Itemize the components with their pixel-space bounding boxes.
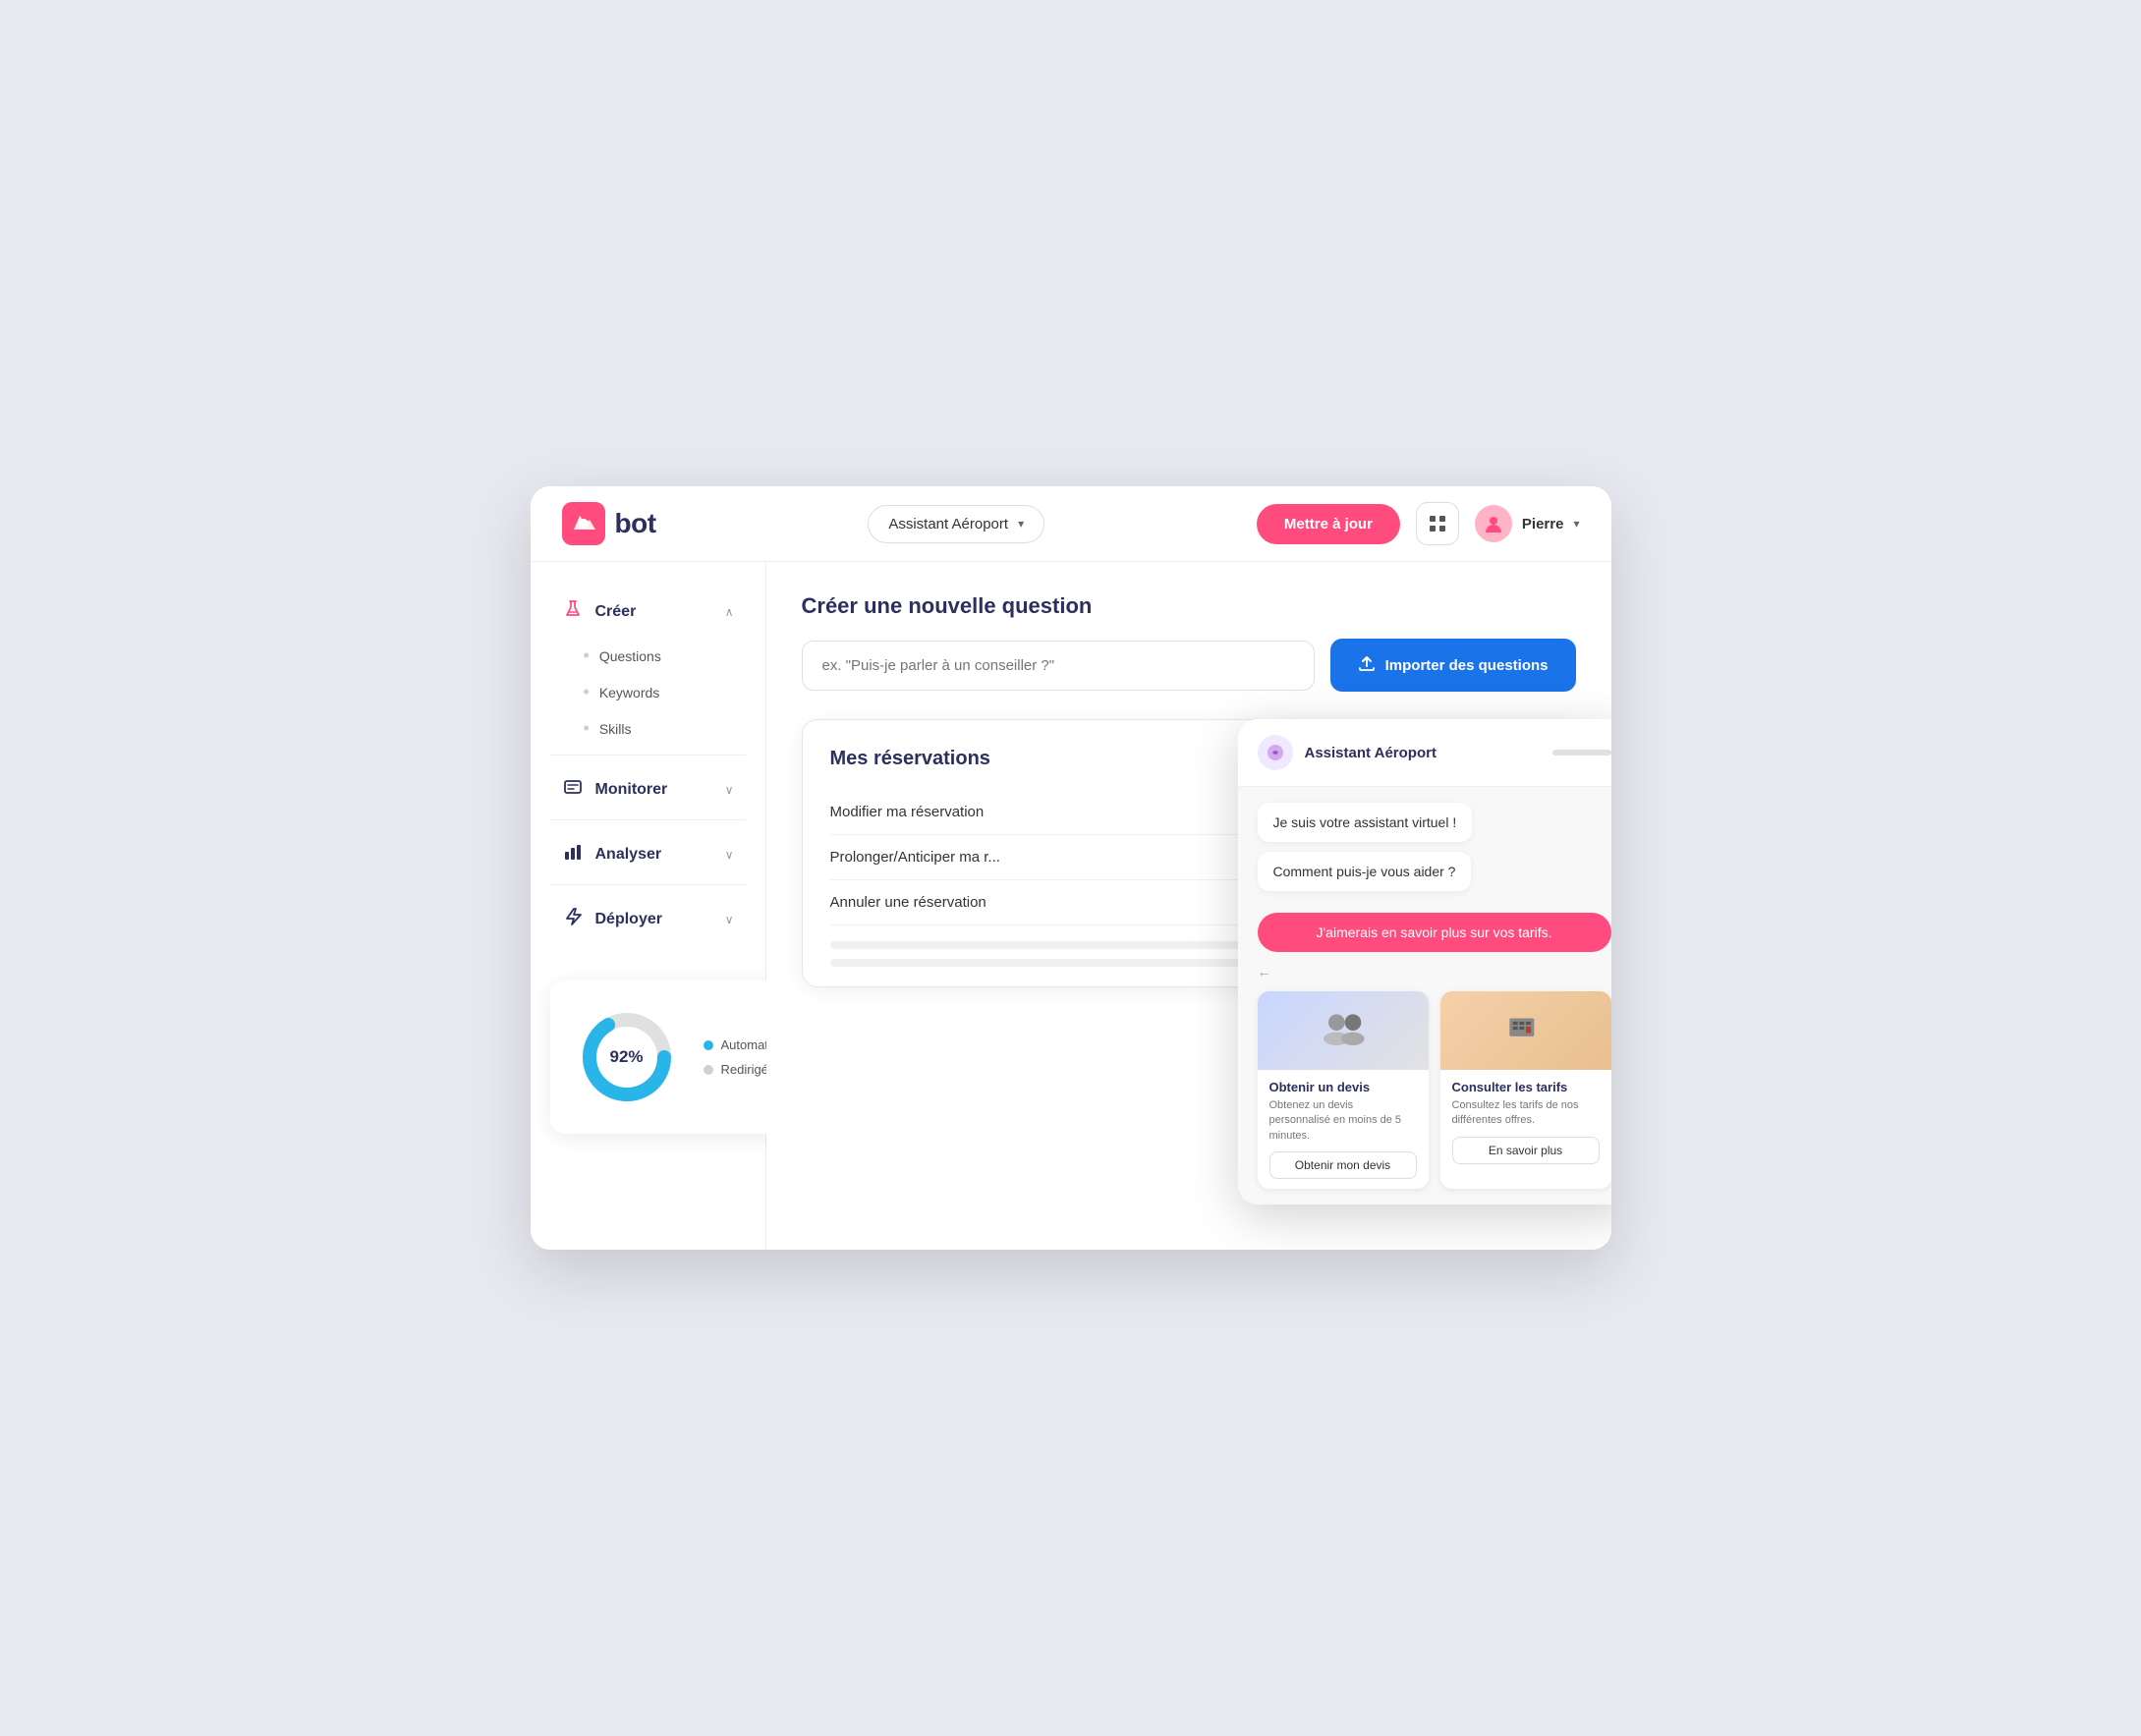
sidebar-sub-items-creer: Questions Keywords Skills: [550, 638, 746, 747]
grid-icon-button[interactable]: [1416, 502, 1459, 545]
chat-card-body-tarifs: Consulter les tarifs Consultez les tarif…: [1440, 1070, 1611, 1174]
chat-arrow-icon[interactable]: ←: [1258, 964, 1271, 980]
sidebar-item-deployer[interactable]: Déployer ∨: [550, 897, 746, 941]
questions-label: Questions: [599, 648, 661, 664]
redirected-dot: [704, 1065, 713, 1075]
sidebar-deployer-label: Déployer: [595, 911, 662, 928]
user-menu[interactable]: Pierre ▾: [1475, 505, 1580, 542]
chat-card-title-devis: Obtenir un devis: [1269, 1080, 1417, 1094]
sidebar-item-creer[interactable]: Créer ∧: [550, 589, 746, 634]
chat-card-tarifs: Consulter les tarifs Consultez les tarif…: [1440, 991, 1611, 1189]
chevron-down-icon: ▾: [1018, 517, 1024, 531]
chat-icon: [562, 777, 584, 802]
header: bot Assistant Aéroport ▾ Mettre à jour: [531, 486, 1611, 562]
sidebar-item-questions[interactable]: Questions: [584, 638, 746, 674]
header-right: Mettre à jour Pierre ▾: [1257, 502, 1580, 545]
sidebar-item-analyser[interactable]: Analyser ∨: [550, 832, 746, 876]
donut-chart: 92%: [578, 1008, 676, 1106]
chart-icon: [562, 842, 584, 867]
donut-percentage: 92%: [609, 1047, 643, 1067]
chat-card-devis: Obtenir un devis Obtenez un devis person…: [1258, 991, 1429, 1189]
chat-card-btn-devis[interactable]: Obtenir mon devis: [1269, 1151, 1417, 1179]
keywords-label: Keywords: [599, 685, 659, 700]
upload-icon: [1358, 654, 1376, 676]
sidebar-item-skills[interactable]: Skills: [584, 710, 746, 747]
chat-card-body-devis: Obtenir un devis Obtenez un devis person…: [1258, 1070, 1429, 1189]
user-chevron-icon: ▾: [1573, 517, 1579, 531]
logo-area: bot: [562, 502, 656, 545]
chat-header-decoration: [1552, 750, 1611, 756]
logo-icon: [562, 502, 605, 545]
chat-card-btn-tarifs[interactable]: En savoir plus: [1452, 1137, 1600, 1164]
chat-card-desc-devis: Obtenez un devis personnalisé en moins d…: [1269, 1098, 1417, 1144]
sidebar-creer-label: Créer: [595, 603, 637, 621]
chat-card-img-tarifs: [1440, 991, 1611, 1070]
chat-bot-name: Assistant Aéroport: [1305, 745, 1541, 761]
chat-message-1: Je suis votre assistant virtuel !: [1258, 803, 1473, 842]
chat-cards-nav: ←: [1258, 964, 1611, 980]
chevron-down-icon-analyser: ∨: [725, 848, 734, 862]
assistant-selector[interactable]: Assistant Aéroport ▾: [868, 505, 1044, 543]
logo-text: bot: [615, 508, 656, 539]
sidebar-item-monitorer[interactable]: Monitorer ∨: [550, 767, 746, 812]
assistant-name: Assistant Aéroport: [888, 516, 1008, 532]
chat-header: Assistant Aéroport: [1238, 719, 1611, 787]
bolt-icon: [562, 907, 584, 931]
update-button[interactable]: Mettre à jour: [1257, 504, 1400, 544]
chat-user-message: J'aimerais en savoir plus sur vos tarifs…: [1258, 913, 1611, 952]
main-content: Créer une nouvelle question Importer des…: [766, 562, 1611, 1250]
user-avatar: [1475, 505, 1512, 542]
flask-icon: [562, 599, 584, 624]
chat-avatar: [1258, 735, 1293, 770]
chat-card-title-tarifs: Consulter les tarifs: [1452, 1080, 1600, 1094]
chat-card-img-devis: [1258, 991, 1429, 1070]
import-button[interactable]: Importer des questions: [1330, 639, 1576, 692]
question-input[interactable]: [802, 641, 1315, 691]
skills-label: Skills: [599, 721, 632, 737]
sidebar-divider-3: [550, 884, 746, 885]
sidebar-analyser-label: Analyser: [595, 846, 662, 864]
app-window: bot Assistant Aéroport ▾ Mettre à jour: [531, 486, 1611, 1250]
sidebar-divider-2: [550, 819, 746, 820]
header-center: Assistant Aéroport ▾: [676, 505, 1237, 543]
main-layout: Créer ∧ Questions Keywords Skills: [531, 562, 1611, 1250]
chat-card-desc-tarifs: Consultez les tarifs de nos différentes …: [1452, 1098, 1600, 1129]
chevron-down-icon-deployer: ∨: [725, 913, 734, 926]
sidebar-divider: [550, 755, 746, 756]
grid-icon: [1428, 514, 1447, 533]
chevron-down-icon-monitorer: ∨: [725, 783, 734, 797]
chat-body: Je suis votre assistant virtuel ! Commen…: [1238, 787, 1611, 1204]
automated-dot: [704, 1040, 713, 1050]
question-input-row: Importer des questions: [802, 639, 1576, 692]
sidebar: Créer ∧ Questions Keywords Skills: [531, 562, 766, 1250]
page-title: Créer une nouvelle question: [802, 593, 1576, 619]
chat-widget: Assistant Aéroport Je suis votre assista…: [1238, 719, 1611, 1204]
chevron-up-icon: ∧: [725, 605, 734, 619]
sidebar-monitorer-label: Monitorer: [595, 781, 668, 799]
sidebar-item-keywords[interactable]: Keywords: [584, 674, 746, 710]
import-label: Importer des questions: [1385, 657, 1549, 674]
chat-cards: Obtenir un devis Obtenez un devis person…: [1258, 991, 1611, 1189]
chat-message-2: Comment puis-je vous aider ?: [1258, 852, 1472, 891]
user-name: Pierre: [1522, 516, 1564, 532]
